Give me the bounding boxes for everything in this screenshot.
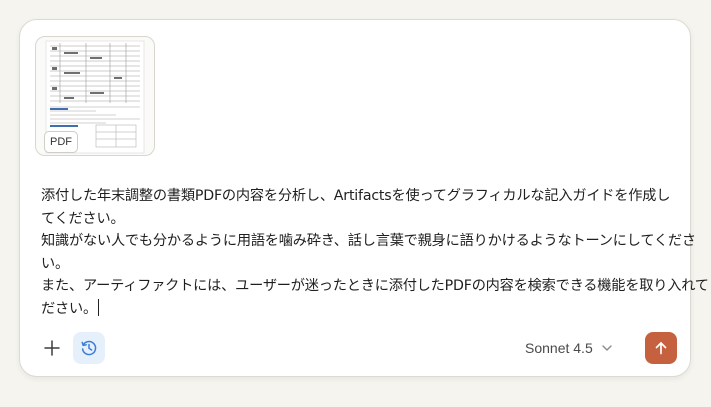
add-attachment-button[interactable] xyxy=(36,332,68,364)
extended-thinking-toggle[interactable] xyxy=(73,332,105,364)
pdf-attachment-thumbnail[interactable]: PDF xyxy=(35,36,155,156)
prompt-line: 添付した年末調整の書類PDFの内容を分析し、Artifactsを使ってグラフィカ… xyxy=(41,188,671,204)
pdf-file-badge: PDF xyxy=(44,131,78,153)
prompt-last-line: ださい。 xyxy=(41,298,677,321)
prompt-line: ださい。 xyxy=(41,300,97,317)
prompt-line: てください。 xyxy=(41,210,125,227)
arrow-up-icon xyxy=(655,342,667,355)
clock-history-icon xyxy=(81,340,97,356)
prompt-line: また、アーティファクトには、ユーザーが迷ったときに添付したPDFの内容を検索でき… xyxy=(41,278,711,295)
chevron-down-icon xyxy=(602,345,612,351)
prompt-line: い。 xyxy=(41,255,69,272)
send-button[interactable] xyxy=(645,332,677,364)
text-caret xyxy=(97,298,99,316)
model-label: Sonnet 4.5 xyxy=(525,340,593,356)
message-composer: PDF 添付した年末調整の書類PDFの内容を分析し、Artifactsを使ってグ… xyxy=(19,19,711,377)
prompt-line: 知識がない人でも分かるように用語を噛み砕き、話し言葉で親身に語りかけるようなトー… xyxy=(41,233,696,250)
prompt-input[interactable]: 添付した年末調整の書類PDFの内容を分析し、Artifactsを使ってグラフィカ… xyxy=(41,185,711,321)
model-selector[interactable]: Sonnet 4.5 xyxy=(525,335,613,361)
plus-icon xyxy=(44,340,60,356)
